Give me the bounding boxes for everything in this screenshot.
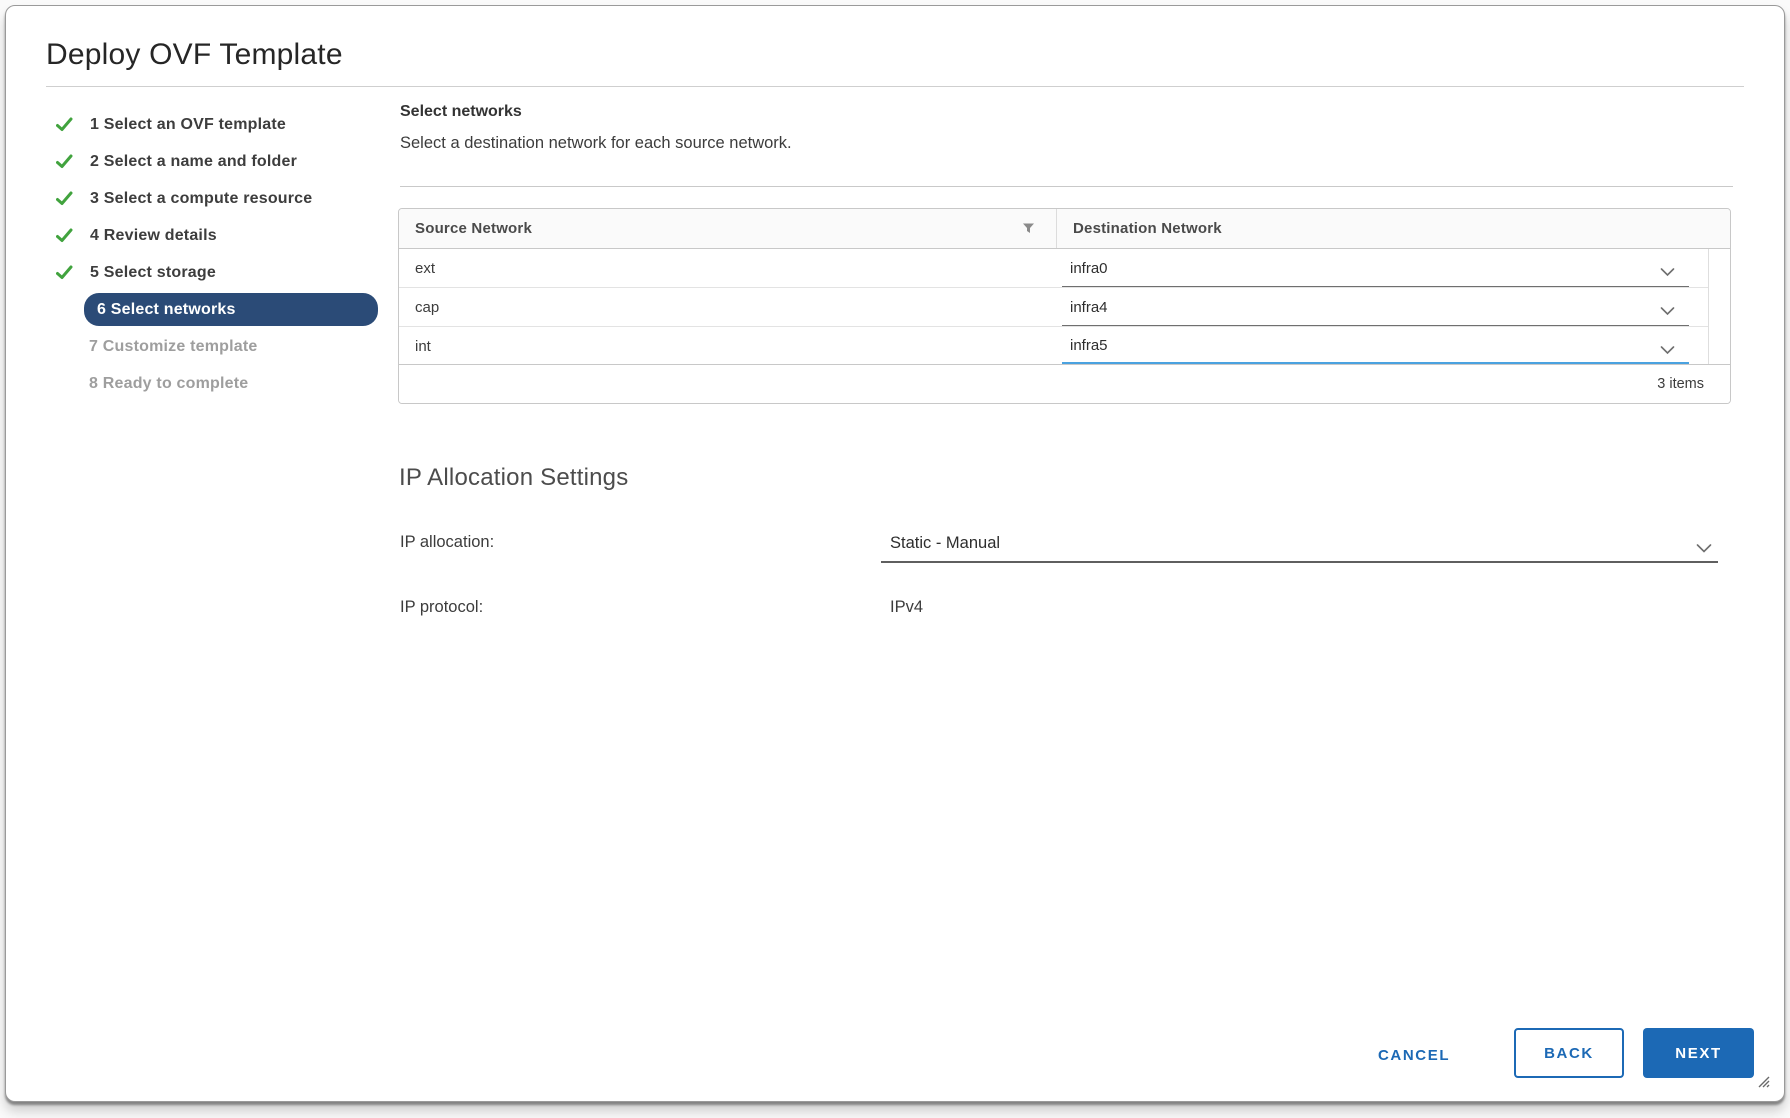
destination-network-select[interactable]: infra4 — [1062, 289, 1689, 326]
screen: Deploy OVF Template 1 Select an OVF temp… — [0, 0, 1790, 1118]
table-row: ext infra0 — [399, 249, 1708, 288]
ip-allocation-label: IP allocation: — [400, 533, 494, 552]
column-header-source-network: Source Network — [399, 209, 1057, 248]
active-step-pill[interactable]: 6 Select networks — [84, 293, 378, 326]
selected-network-value: infra4 — [1062, 299, 1108, 316]
wizard-step-label: 6 Select networks — [97, 301, 236, 319]
selected-network-value: infra5 — [1062, 337, 1108, 354]
destination-network-cell: infra5 — [1057, 327, 1708, 365]
wizard-step-label: 3 Select a compute resource — [90, 190, 312, 208]
destination-network-select[interactable]: infra0 — [1062, 250, 1689, 287]
section-subtitle: Select a destination network for each so… — [400, 134, 792, 153]
wizard-step[interactable]: 4 Review details — [46, 217, 378, 254]
check-icon — [56, 228, 78, 244]
destination-network-cell: infra0 — [1057, 249, 1708, 287]
check-icon — [56, 265, 78, 281]
wizard-step[interactable]: 8 Ready to complete — [46, 365, 378, 402]
section-title: Select networks — [400, 103, 522, 121]
wizard-step[interactable]: 2 Select a name and folder — [46, 143, 378, 180]
wizard-step[interactable]: 1 Select an OVF template — [46, 106, 378, 143]
filter-icon[interactable] — [1021, 221, 1036, 239]
selected-network-value: infra0 — [1062, 260, 1108, 277]
source-network-cell: int — [399, 327, 1057, 365]
check-icon — [56, 191, 78, 207]
destination-network-cell: infra4 — [1057, 288, 1708, 326]
source-network-cell: ext — [399, 249, 1057, 287]
items-count: 3 items — [1657, 376, 1704, 392]
table-footer: 3 items — [399, 364, 1730, 403]
check-icon — [56, 117, 78, 133]
cancel-button[interactable]: CANCEL — [1366, 1034, 1462, 1076]
table-row: cap infra4 — [399, 288, 1708, 327]
section-divider — [400, 186, 1733, 187]
wizard-step-label: 1 Select an OVF template — [90, 116, 286, 134]
chevron-down-icon — [1660, 342, 1675, 360]
table-body: ext infra0 cap infra4 int infra5 — [399, 249, 1709, 366]
back-button[interactable]: BACK — [1514, 1028, 1624, 1078]
chevron-down-icon — [1660, 264, 1675, 282]
destination-network-select[interactable]: infra5 — [1062, 328, 1689, 365]
wizard-step[interactable]: 3 Select a compute resource — [46, 180, 378, 217]
ip-protocol-value: IPv4 — [890, 598, 923, 617]
table-header-row: Source Network Destination Network — [399, 209, 1730, 249]
wizard-step[interactable]: 7 Customize template — [46, 328, 378, 365]
wizard-steps: 1 Select an OVF template 2 Select a name… — [46, 106, 378, 402]
deploy-ovf-dialog: Deploy OVF Template 1 Select an OVF temp… — [5, 5, 1785, 1102]
ip-allocation-value: Static - Manual — [890, 534, 1000, 553]
wizard-step[interactable]: 5 Select storage — [46, 254, 378, 291]
wizard-step-label: 5 Select storage — [90, 264, 216, 282]
source-network-cell: cap — [399, 288, 1057, 326]
wizard-step-label: 8 Ready to complete — [89, 375, 248, 393]
ip-protocol-label: IP protocol: — [400, 598, 483, 617]
column-header-destination-network: Destination Network — [1057, 209, 1730, 248]
resize-handle-icon[interactable] — [1754, 1072, 1770, 1093]
wizard-step[interactable]: 6 Select networks — [46, 291, 378, 328]
wizard-step-label: 4 Review details — [90, 227, 217, 245]
network-mapping-table: Source Network Destination Network ext i… — [398, 208, 1731, 404]
wizard-step-label: 2 Select a name and folder — [90, 153, 297, 171]
chevron-down-icon — [1660, 303, 1675, 321]
source-network-header-label: Source Network — [415, 220, 532, 237]
table-row: int infra5 — [399, 327, 1708, 366]
title-divider — [46, 86, 1744, 87]
ip-allocation-select[interactable]: Static - Manual — [881, 528, 1718, 563]
next-button[interactable]: NEXT — [1643, 1028, 1754, 1078]
chevron-down-icon — [1696, 540, 1712, 558]
dialog-title: Deploy OVF Template — [46, 38, 343, 72]
wizard-step-label: 7 Customize template — [89, 338, 257, 356]
check-icon — [56, 154, 78, 170]
ip-allocation-heading: IP Allocation Settings — [399, 464, 628, 492]
destination-network-header-label: Destination Network — [1073, 220, 1222, 237]
